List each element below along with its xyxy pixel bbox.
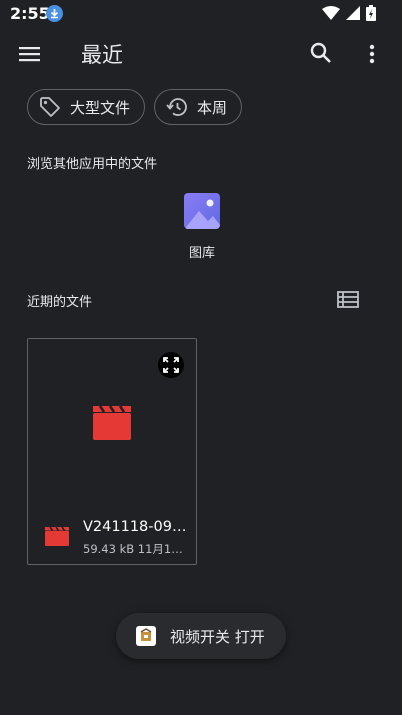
signal-icon — [346, 6, 360, 20]
file-info: V241118-09… 59.43 kB 11月1… — [28, 509, 196, 565]
search-button[interactable] — [308, 40, 334, 66]
chip-this-week[interactable]: 本周 — [154, 89, 243, 125]
video-type-icon — [45, 526, 69, 546]
file-card[interactable]: V241118-09… 59.43 kB 11月1… — [27, 338, 197, 565]
status-time: 2:55 — [10, 4, 50, 23]
gallery-icon — [184, 193, 220, 229]
video-file-icon — [93, 405, 131, 440]
toast-text: 视频开关 打开 — [170, 627, 265, 646]
chip-label: 大型文件 — [70, 98, 131, 117]
more-vert-icon — [369, 44, 375, 64]
browse-section-label: 浏览其他应用中的文件 — [27, 157, 158, 172]
history-icon — [166, 98, 187, 116]
file-name: V241118-09… — [83, 519, 187, 535]
download-icon — [46, 5, 63, 22]
toast: 视频开关 打开 — [116, 613, 286, 659]
tag-icon — [40, 97, 60, 117]
file-meta: 59.43 kB 11月1… — [83, 542, 183, 556]
page-title: 最近 — [81, 43, 123, 67]
gallery-app[interactable]: 图库 — [176, 193, 228, 261]
recent-section-label: 近期的文件 — [27, 295, 93, 310]
app-icon — [136, 626, 156, 646]
menu-button[interactable] — [16, 40, 44, 68]
list-view-icon — [337, 291, 359, 308]
status-bar: 2:55 — [0, 0, 402, 28]
hamburger-menu-icon — [19, 47, 40, 62]
expand-preview-button[interactable] — [158, 352, 184, 378]
chip-label: 本周 — [197, 98, 228, 117]
fullscreen-icon — [163, 357, 179, 373]
filter-chips: 大型文件 本周 — [27, 89, 243, 125]
app-bar: 最近 — [0, 30, 402, 78]
chip-large-files[interactable]: 大型文件 — [27, 89, 146, 125]
search-icon — [310, 42, 331, 63]
gallery-label: 图库 — [188, 246, 215, 261]
more-options-button[interactable] — [362, 40, 382, 68]
wifi-icon — [322, 6, 340, 20]
battery-icon — [366, 5, 376, 21]
list-view-toggle[interactable] — [337, 290, 359, 310]
